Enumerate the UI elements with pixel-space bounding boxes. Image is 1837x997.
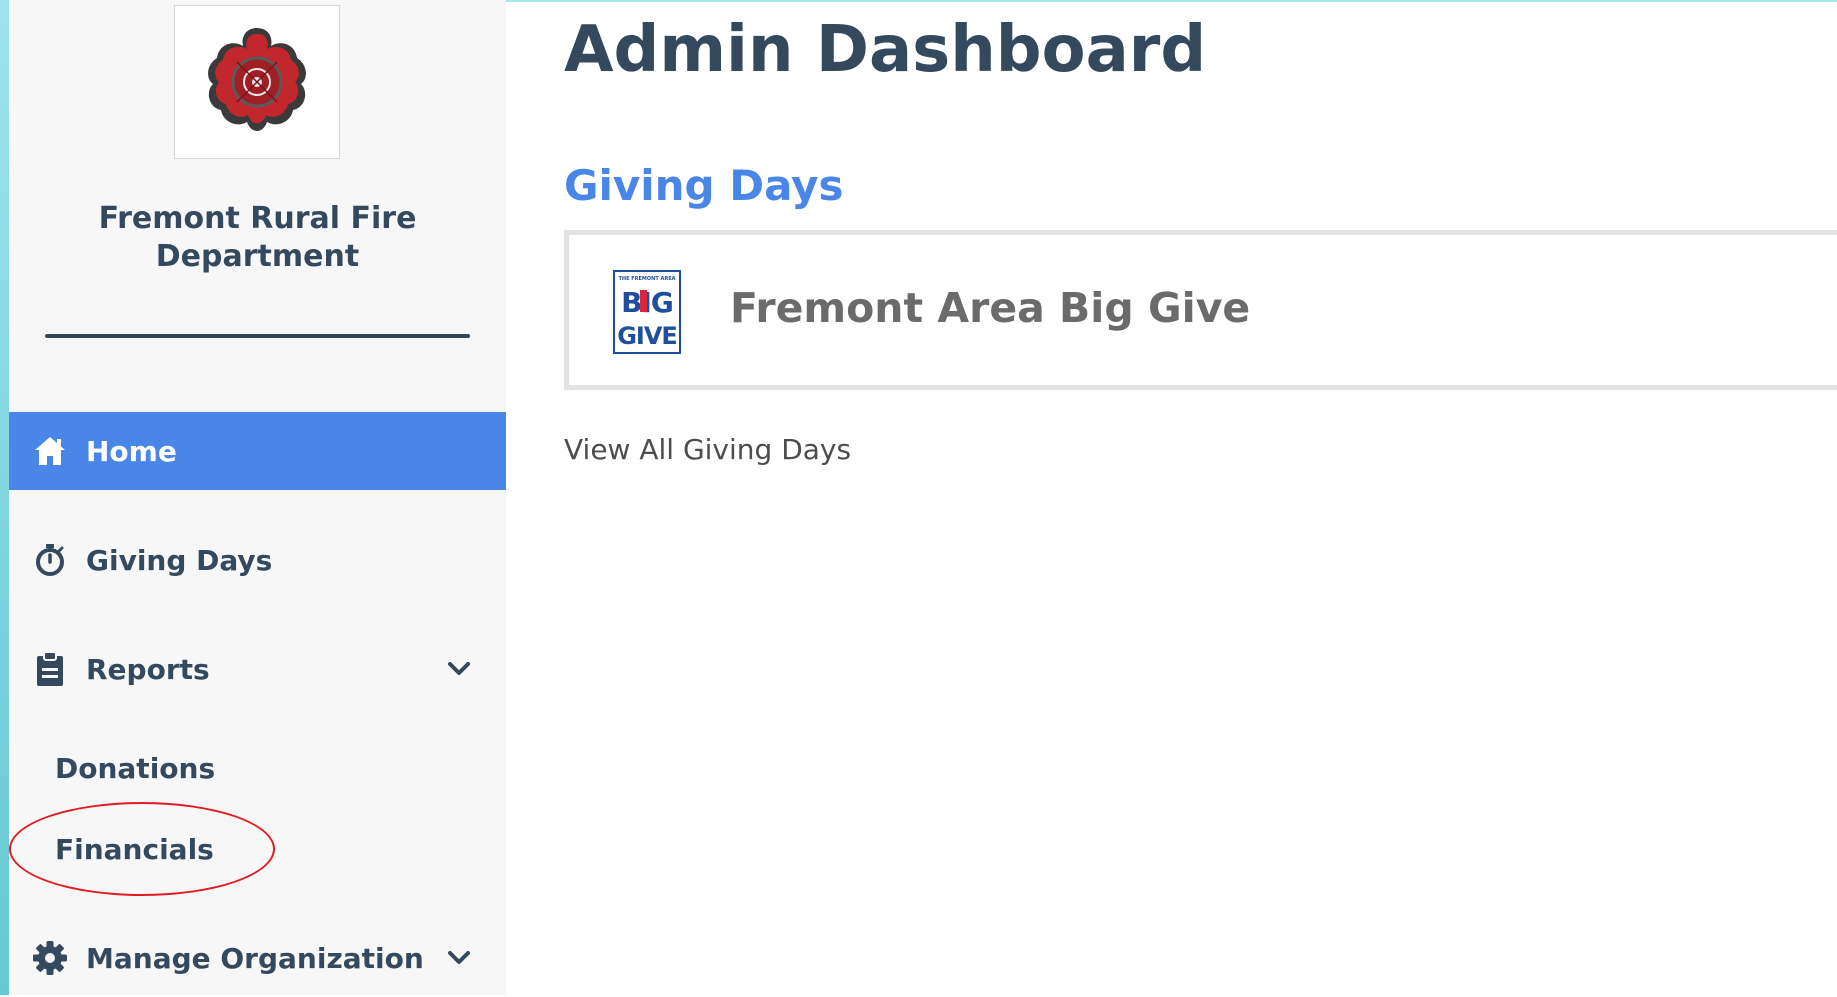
sidebar-item-giving-days[interactable]: Giving Days — [9, 521, 506, 599]
view-all-giving-days-link[interactable]: View All Giving Days — [564, 430, 851, 470]
sidebar: Fremont Rural Fire Department Home Givin… — [9, 0, 506, 995]
org-logo[interactable] — [174, 5, 340, 159]
gear-icon — [31, 939, 69, 977]
sidebar-subitem-donations[interactable]: Donations — [55, 752, 215, 785]
chevron-down-icon[interactable] — [446, 945, 472, 971]
sidebar-item-label: Reports — [86, 652, 210, 686]
sidebar-item-label: Home — [86, 434, 177, 468]
giving-day-card-title: Fremont Area Big Give — [730, 284, 1251, 332]
frame-left-edge — [0, 0, 9, 995]
giving-day-card[interactable]: THE FREMONT AREA BIG GIVE Fremont Area B… — [564, 230, 1837, 390]
fire-department-logo-icon — [208, 28, 306, 131]
sidebar-item-manage-organization[interactable]: Manage Organization — [9, 919, 506, 997]
svg-text:THE FREMONT AREA: THE FREMONT AREA — [619, 276, 676, 282]
stopwatch-icon — [31, 541, 69, 579]
org-name-line1: Fremont Rural Fire — [98, 201, 417, 236]
clipboard-icon — [31, 650, 69, 688]
org-divider — [45, 334, 470, 338]
giving-days-section-title: Giving Days — [564, 161, 844, 210]
sidebar-subitem-financials[interactable]: Financials — [55, 833, 214, 866]
sidebar-item-label: Giving Days — [86, 543, 273, 577]
sidebar-item-reports[interactable]: Reports — [9, 630, 506, 708]
chevron-down-icon[interactable] — [446, 656, 472, 682]
home-icon — [31, 432, 69, 470]
org-name-line2: Department — [155, 239, 360, 274]
big-give-logo-icon: THE FREMONT AREA BIG GIVE — [613, 270, 681, 354]
sidebar-item-home[interactable]: Home — [9, 412, 506, 490]
svg-text:GIVE: GIVE — [617, 322, 677, 350]
org-name: Fremont Rural Fire Department — [9, 200, 506, 276]
sidebar-item-label: Manage Organization — [86, 941, 424, 975]
page-title: Admin Dashboard — [564, 13, 1207, 87]
